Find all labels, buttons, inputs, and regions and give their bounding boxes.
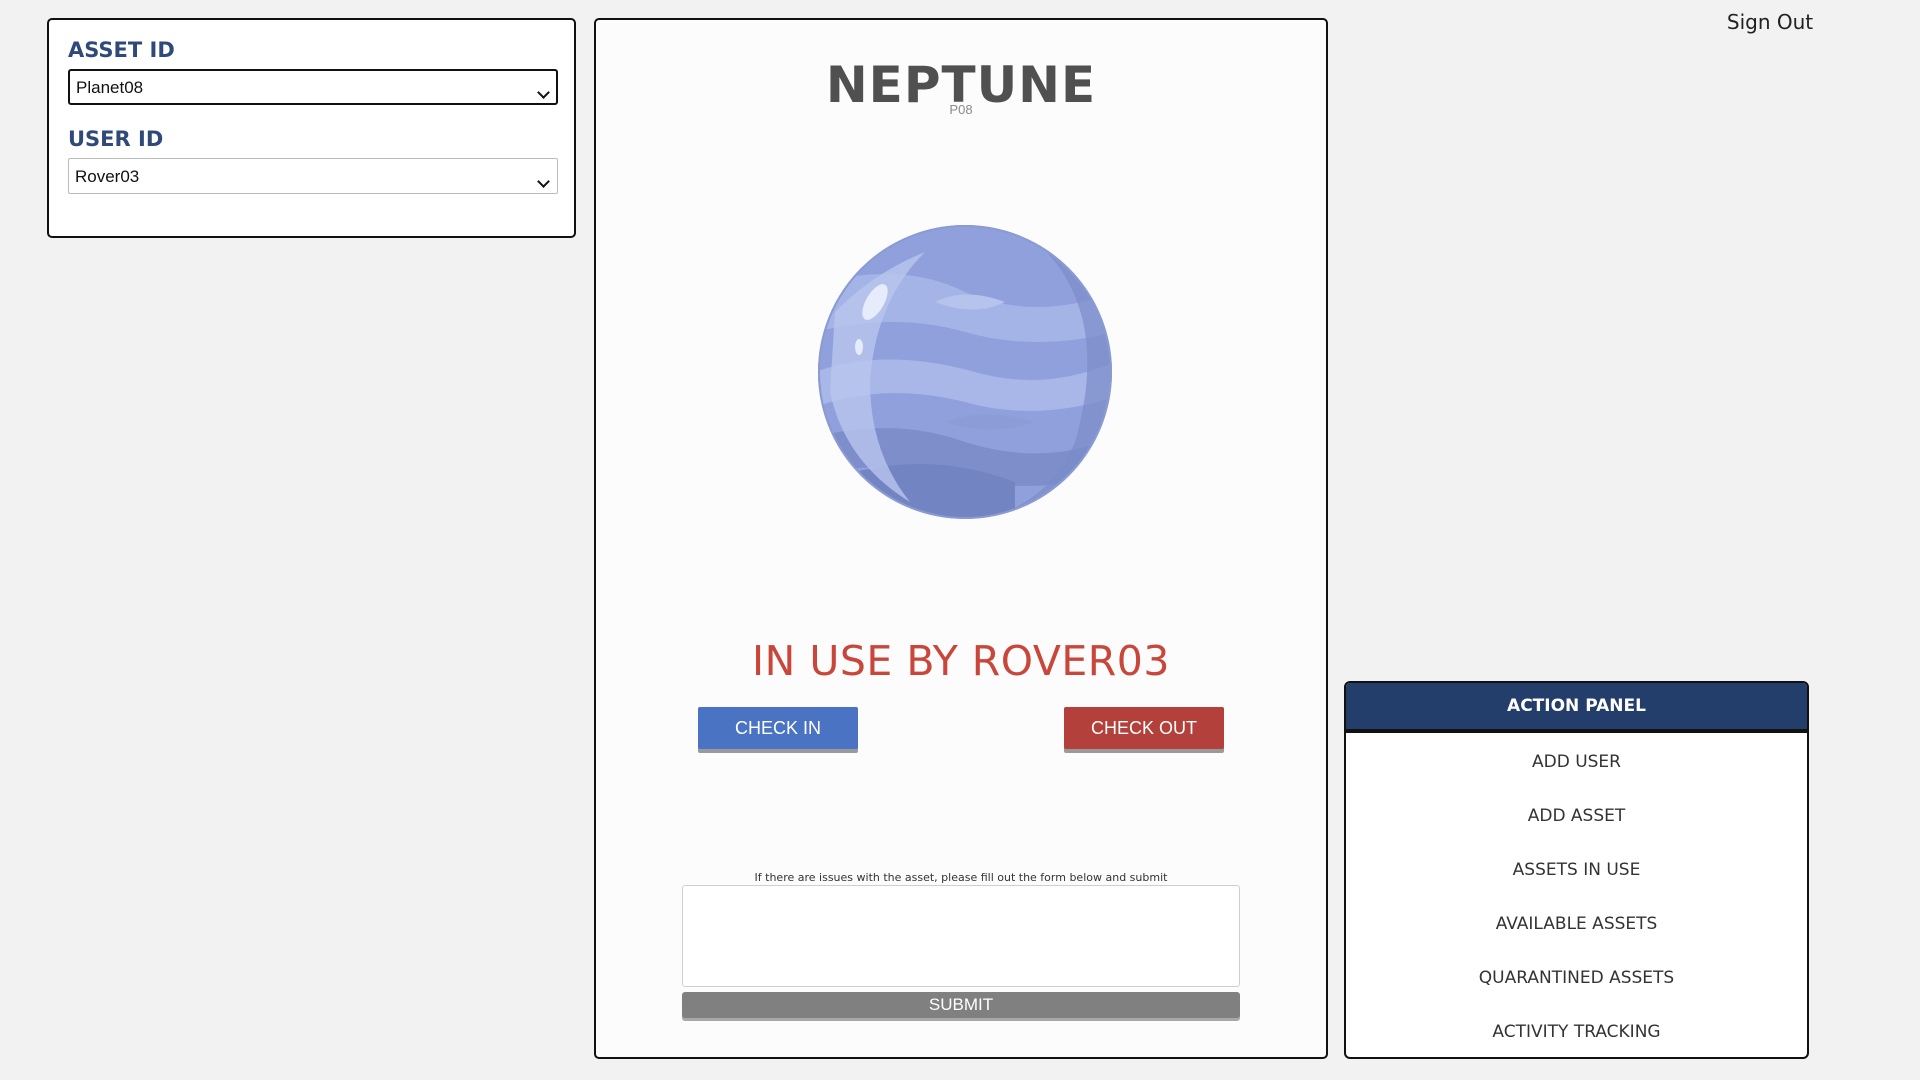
asset-code: P08	[949, 102, 973, 117]
asset-id-select[interactable]: Planet08	[68, 69, 558, 105]
submit-button[interactable]: SUBMIT	[682, 992, 1240, 1018]
user-id-select[interactable]: Rover03	[68, 158, 558, 194]
action-available-assets[interactable]: AVAILABLE ASSETS	[1346, 897, 1807, 951]
asset-id-label: ASSET ID	[68, 38, 175, 62]
issue-form-hint: If there are issues with the asset, plea…	[754, 871, 1168, 884]
action-add-user[interactable]: ADD USER	[1346, 735, 1807, 789]
action-assets-in-use[interactable]: ASSETS IN USE	[1346, 843, 1807, 897]
check-out-button[interactable]: CHECK OUT	[1064, 707, 1224, 749]
asset-status-text: IN USE BY ROVER03	[752, 637, 1170, 685]
action-activity-tracking[interactable]: ACTIVITY TRACKING	[1346, 1005, 1807, 1057]
sign-out-link[interactable]: Sign Out	[1700, 10, 1840, 34]
asset-card: NEPTUNE P08 IN USE BY ROVER03 CHECK IN C…	[594, 18, 1328, 1059]
action-panel-list: ADD USER ADD ASSET ASSETS IN USE AVAILAB…	[1346, 733, 1807, 1057]
check-in-button[interactable]: CHECK IN	[698, 707, 858, 749]
action-add-asset[interactable]: ADD ASSET	[1346, 789, 1807, 843]
user-id-select-wrapper: Rover03	[68, 158, 558, 194]
issue-report-textarea[interactable]	[682, 885, 1240, 987]
asset-selector-panel: ASSET ID Planet08 USER ID Rover03	[47, 18, 576, 238]
user-id-label: USER ID	[68, 127, 164, 151]
action-panel: ACTION PANEL ADD USER ADD ASSET ASSETS I…	[1344, 681, 1809, 1059]
asset-id-select-wrapper: Planet08	[68, 69, 558, 105]
action-quarantined-assets[interactable]: QUARANTINED ASSETS	[1346, 951, 1807, 1005]
neptune-planet-icon	[818, 225, 1112, 519]
action-panel-title: ACTION PANEL	[1346, 683, 1807, 733]
